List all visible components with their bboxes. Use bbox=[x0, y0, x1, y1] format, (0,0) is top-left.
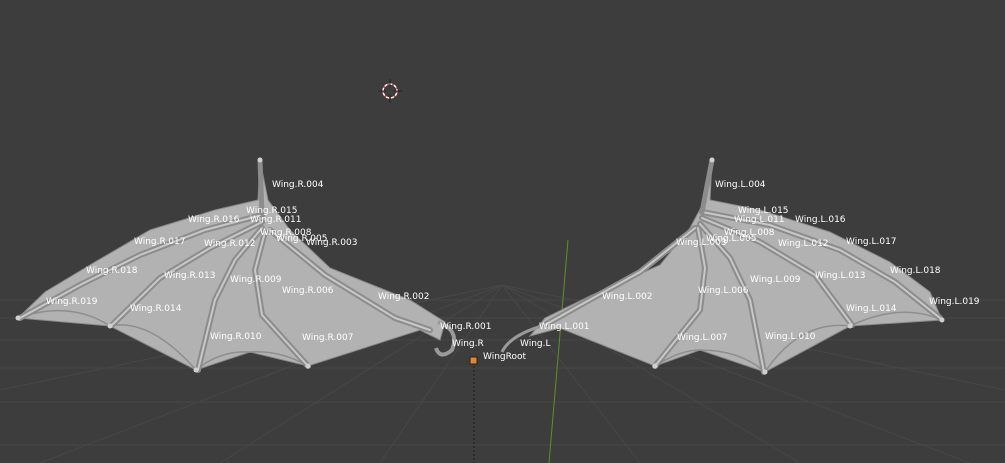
viewport-canvas[interactable]: Wing.R.004 Wing.R.015 Wing.R.016 Wing.R.… bbox=[0, 0, 1005, 463]
bone-label: Wing.R.018 bbox=[86, 266, 138, 276]
bone-label: Wing.R.016 bbox=[188, 215, 240, 225]
bone-label: Wing.R.017 bbox=[134, 237, 185, 247]
bone-label: Wing.L.013 bbox=[815, 271, 866, 281]
bone-label: Wing.L.017 bbox=[846, 237, 897, 247]
bone-label: Wing.L.018 bbox=[890, 266, 941, 276]
bone-label: Wing.L.002 bbox=[602, 292, 653, 302]
bone-label: Wing.L.004 bbox=[715, 180, 766, 190]
bone-label-root: WingRoot bbox=[483, 352, 526, 362]
bone-label: Wing.L.009 bbox=[750, 275, 801, 285]
bone-label: Wing.L.006 bbox=[698, 286, 749, 296]
bone-label: Wing.L.019 bbox=[929, 297, 980, 307]
bone-label: Wing.R.019 bbox=[46, 297, 98, 307]
bone-label: Wing.R.007 bbox=[302, 333, 353, 343]
bone-label: Wing.R.003 bbox=[306, 238, 357, 248]
bone-label: Wing.L.016 bbox=[795, 215, 846, 225]
bone-label: Wing.R.009 bbox=[230, 275, 282, 285]
bone-label: Wing.L.003 bbox=[676, 238, 727, 248]
bone-label: Wing.L bbox=[520, 339, 551, 349]
bone-label: Wing.L.007 bbox=[677, 333, 728, 343]
bone-label: Wing.R.014 bbox=[130, 304, 182, 314]
bone-label: Wing.L.011 bbox=[734, 215, 785, 225]
bone-label: Wing.R.004 bbox=[272, 180, 324, 190]
bone-label: Wing.R.013 bbox=[164, 271, 215, 281]
bone-label: Wing.R.006 bbox=[282, 286, 334, 296]
bone-label: Wing.L.014 bbox=[846, 304, 897, 314]
bone-label: Wing.R.012 bbox=[204, 239, 255, 249]
bone-label: Wing.L.012 bbox=[778, 239, 829, 249]
bone-label: Wing.R.002 bbox=[378, 292, 429, 302]
bone-label: Wing.R bbox=[452, 339, 484, 349]
y-axis-line bbox=[548, 239, 569, 463]
bone-label: Wing.R.010 bbox=[210, 332, 262, 342]
wing-root-marker[interactable] bbox=[469, 356, 478, 365]
bone-label: Wing.R.011 bbox=[250, 215, 301, 225]
bone-label: Wing.R.001 bbox=[440, 322, 491, 332]
3d-viewport[interactable]: Wing.R.004 Wing.R.015 Wing.R.016 Wing.R.… bbox=[0, 0, 1005, 463]
bone-label: Wing.L.010 bbox=[765, 332, 816, 342]
bone-label: Wing.L.001 bbox=[539, 322, 590, 332]
3d-cursor-icon[interactable] bbox=[378, 79, 402, 103]
